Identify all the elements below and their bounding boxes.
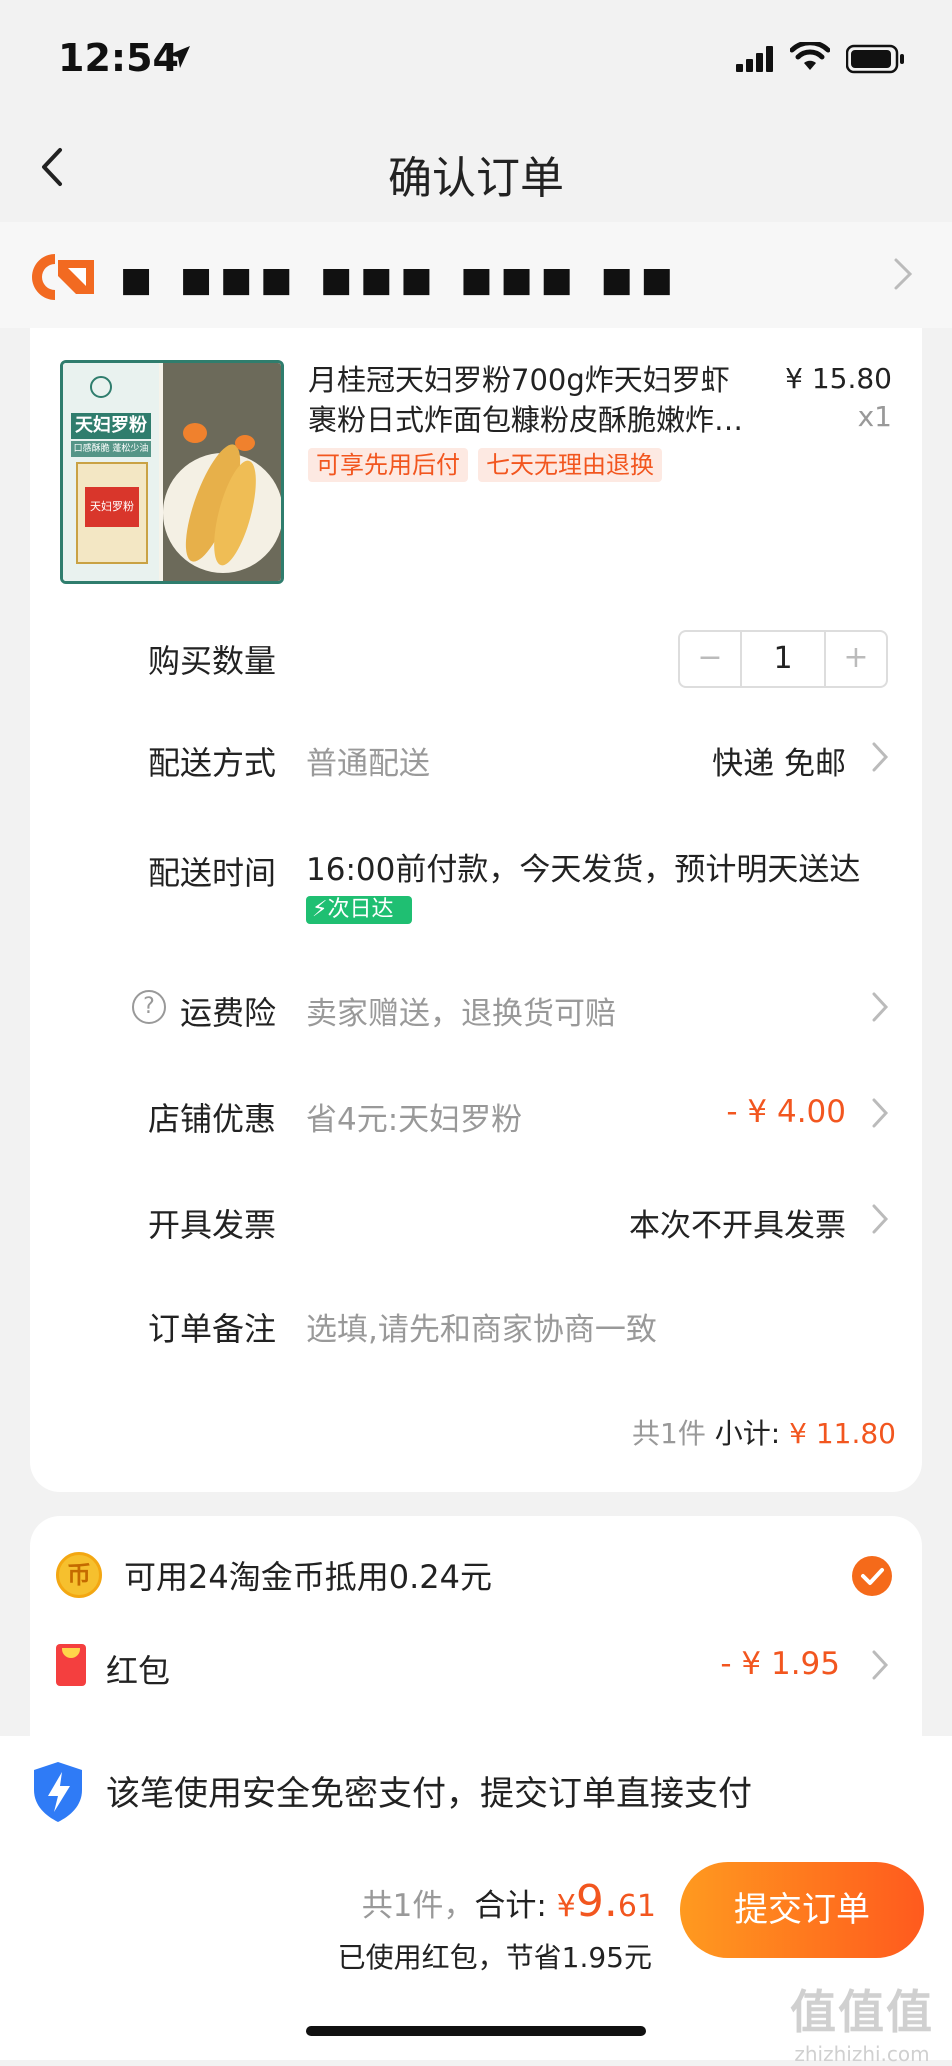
red-packet-label: 红包 [106, 1652, 171, 1690]
watermark-url: zhizhizhi.com [794, 2042, 930, 2066]
checkmark-icon[interactable] [852, 1556, 892, 1596]
payment-card: 币 可用24淘金币抵用0.24元 红包 - ¥ 1.95 [30, 1516, 922, 1746]
submit-order-button[interactable]: 提交订单 [680, 1862, 924, 1958]
product-image[interactable]: 天妇罗粉 口感酥脆 蓬松少油 天妇罗粉 [60, 360, 284, 584]
shield-lightning-icon [34, 1762, 82, 1822]
red-packet-icon [56, 1644, 86, 1686]
page-title: 确认订单 [388, 153, 564, 204]
product-title[interactable]: 月桂冠天妇罗粉700g炸天妇罗虾裹粉日式炸面包糠粉皮酥脆嫩炸… [308, 360, 748, 440]
shipping-insurance-sub: 卖家赠送，退换货可赔 [306, 996, 616, 1032]
subtotal: 共1件 小计: ¥ 11.80 [632, 1412, 896, 1452]
shop-row[interactable]: ■ ■■■ ■■■ ■■■ ■■ [0, 222, 952, 328]
product-price: ¥ 15.80 [785, 362, 892, 395]
coin-deduction-text: 可用24淘金币抵用0.24元 [124, 1558, 492, 1596]
taobao-coin-icon: 币 [56, 1552, 102, 1598]
invoice-label: 开具发票 [148, 1206, 277, 1244]
chevron-right-icon [894, 258, 913, 290]
saved-text: 已使用红包，节省1.95元 [337, 1941, 652, 1974]
shop-discount-label: 店铺优惠 [148, 1100, 277, 1138]
total-integer: 9. [575, 1876, 618, 1927]
subtotal-amount: ¥ 11.80 [789, 1417, 896, 1450]
next-day-badge: ⚡次日达 [306, 896, 412, 924]
total-line: 共1件，合计: ¥9.61 [362, 1876, 656, 1927]
thumb-box-text: 天妇罗粉 [90, 500, 134, 513]
chevron-right-icon[interactable] [870, 1202, 890, 1236]
wifi-icon [790, 42, 830, 70]
subtotal-label: 小计: [714, 1417, 781, 1450]
watermark: 值值值 zhizhizhi.com [790, 1976, 934, 2066]
quantity-value[interactable]: 1 [742, 632, 824, 686]
shop-logo-icon [32, 254, 94, 300]
total-currency: ¥ [556, 1889, 576, 1924]
next-day-text: 次日达 [327, 897, 394, 922]
product-photo [63, 363, 281, 581]
quantity-label: 购买数量 [148, 642, 277, 680]
increase-button[interactable]: + [824, 632, 886, 686]
remark-input[interactable]: 选填,请先和商家协商一致 [306, 1304, 657, 1349]
status-time: 12:54 [58, 36, 179, 80]
secure-payment-text: 该笔使用安全免密支付，提交订单直接支付 [106, 1774, 752, 1814]
delivery-method-label: 配送方式 [148, 744, 277, 782]
decrease-button[interactable]: − [680, 632, 742, 686]
help-circle-icon[interactable]: ? [132, 990, 166, 1024]
battery-icon [846, 44, 904, 74]
product-qty: x1 [857, 400, 892, 433]
subtotal-count: 共1件 [632, 1417, 706, 1450]
chevron-right-icon[interactable] [870, 990, 890, 1024]
bottom-bar: 该笔使用安全免密支付，提交订单直接支付 共1件，合计: ¥9.61 已使用红包，… [0, 1736, 952, 2066]
coin-glyph: 币 [67, 1561, 91, 1589]
thumb-sub-text: 口感酥脆 蓬松少油 [73, 444, 149, 454]
nav-bar: 确认订单 [0, 118, 952, 218]
red-packet-amount[interactable]: - ¥ 1.95 [720, 1646, 840, 1682]
total-label: 合计: [474, 1888, 547, 1924]
location-arrow-icon [168, 46, 190, 68]
status-bar: 12:54 [0, 0, 952, 118]
delivery-method-value[interactable]: 快递 免邮 [712, 738, 846, 783]
chevron-right-icon[interactable] [870, 740, 890, 774]
total-decimal: 61 [617, 1889, 656, 1924]
total-count: 共1件， [361, 1888, 475, 1924]
delivery-method-sub: 普通配送 [306, 746, 430, 782]
delivery-time-text: 16:00前付款，今天发货，预计明天送达 [306, 852, 861, 888]
chevron-right-icon[interactable] [870, 1648, 890, 1682]
lightning-icon: ⚡ [312, 897, 328, 922]
watermark-logo: 值值值 [790, 1985, 934, 2039]
order-card: 天妇罗粉 口感酥脆 蓬松少油 天妇罗粉 月桂冠天妇罗粉700g炸天妇罗虾裹粉日式… [30, 328, 922, 1492]
tag-pay-later: 可享先用后付 [308, 448, 468, 482]
quantity-stepper[interactable]: − 1 + [678, 630, 888, 688]
shop-discount-amount[interactable]: - ¥ 4.00 [726, 1094, 846, 1130]
remark-label: 订单备注 [148, 1310, 277, 1348]
invoice-value[interactable]: 本次不开具发票 [629, 1200, 846, 1245]
shop-name: ■ ■■■ ■■■ ■■■ ■■ [120, 260, 681, 300]
tag-seven-day-return: 七天无理由退换 [478, 448, 662, 482]
chevron-right-icon[interactable] [870, 1096, 890, 1130]
delivery-time-label: 配送时间 [148, 854, 277, 892]
thumb-brand-text: 天妇罗粉 [75, 415, 147, 436]
shipping-insurance-label: 运费险 [180, 994, 277, 1032]
home-indicator [306, 2026, 646, 2036]
shop-discount-sub: 省4元:天妇罗粉 [306, 1102, 523, 1138]
cellular-signal-icon [736, 46, 773, 72]
